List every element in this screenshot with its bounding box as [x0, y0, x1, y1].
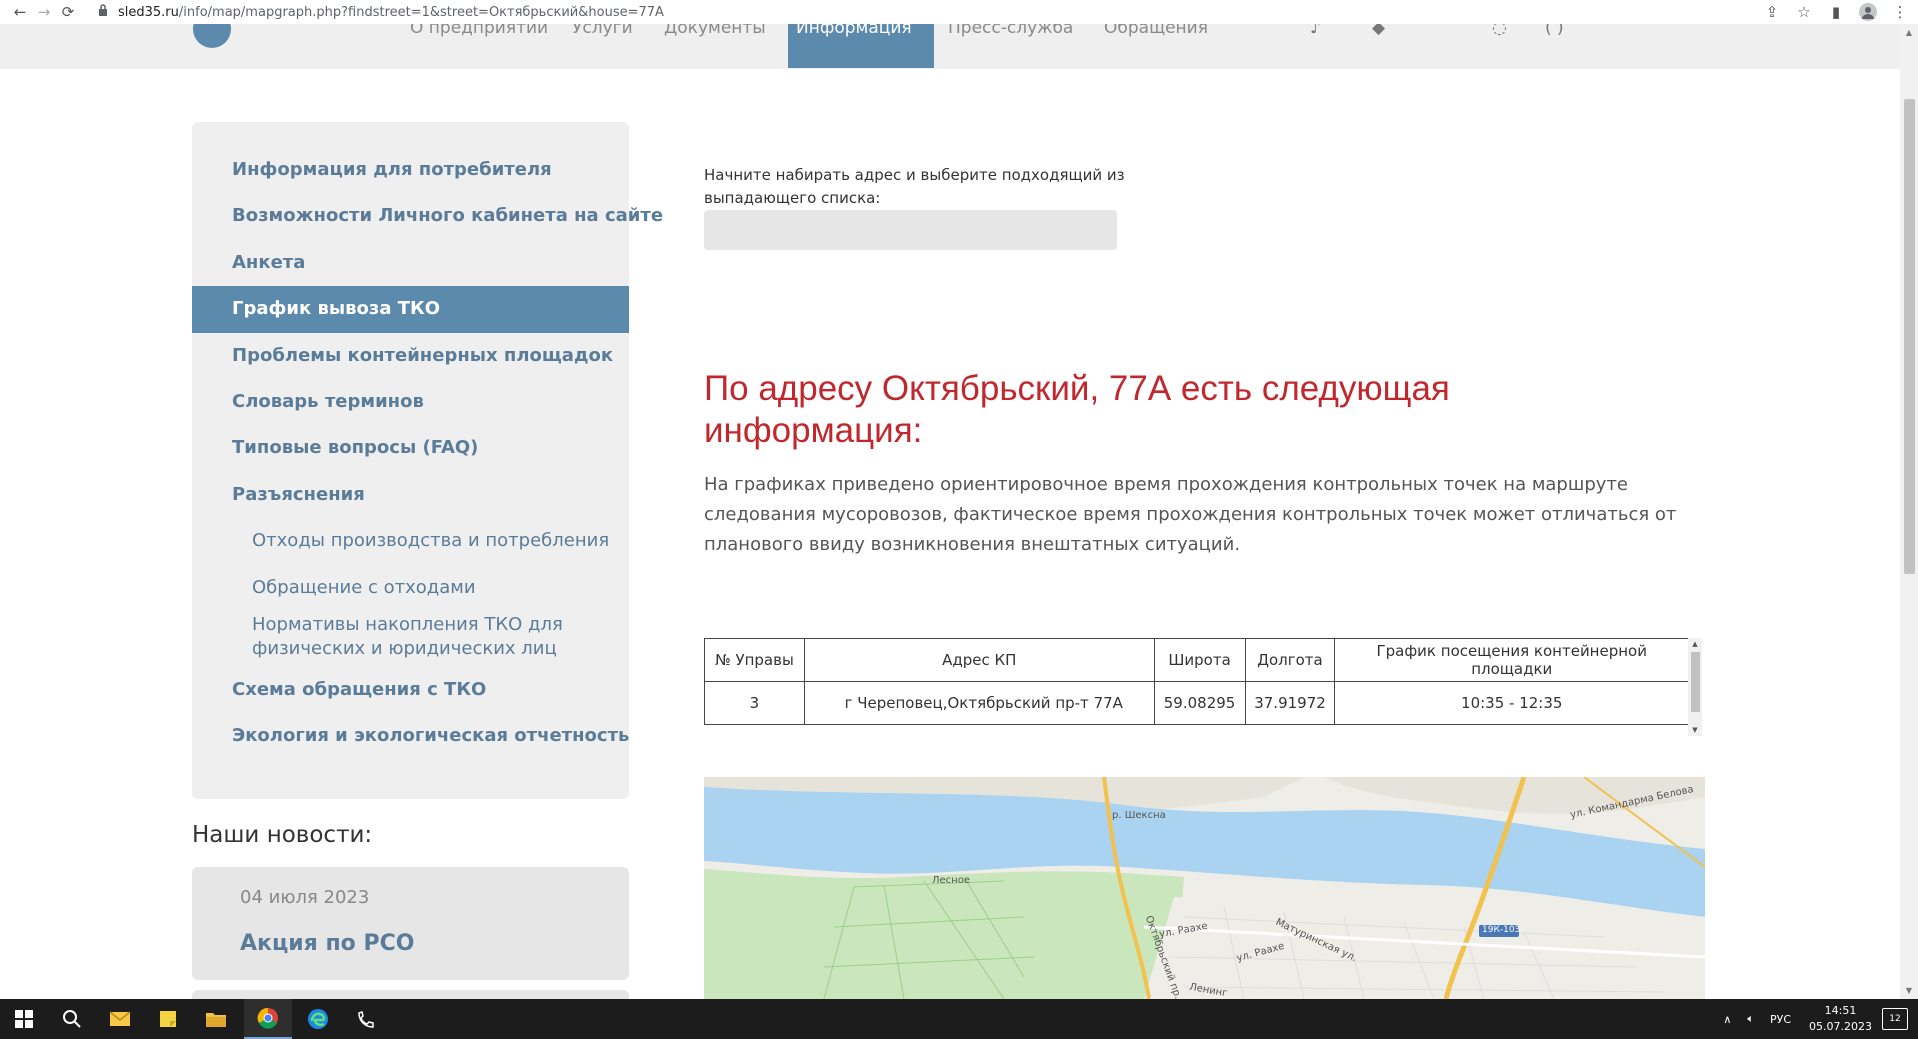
sidebar-subitem-production-waste[interactable]: Отходы производства и потребления — [192, 518, 629, 564]
sidebar-item-personal-account[interactable]: Возможности Личного кабинета на сайте — [192, 193, 663, 239]
topnav-appeals[interactable]: Обращения — [1104, 24, 1208, 38]
result-description: На графиках приведено ориентировочное вр… — [704, 474, 1677, 555]
location-map[interactable]: р. Шексна Лесное ул. Командарма Белова у… — [704, 777, 1705, 999]
topnav-documents[interactable]: Документы — [664, 24, 766, 38]
table-scrollbar[interactable]: ▲ ▼ — [1688, 638, 1702, 736]
lock-icon — [98, 4, 108, 20]
col-header-district: № Управы — [704, 638, 805, 682]
windows-taskbar: ∧ 🔈︎ РУС 14:51 05.07.2023 12 — [0, 999, 1918, 1039]
edge-icon[interactable] — [294, 999, 342, 1039]
scroll-up-arrow-icon[interactable]: ▲ — [1900, 28, 1918, 37]
news-headline[interactable]: Акция по РСО — [240, 931, 414, 956]
phone-icon[interactable]: ◌ — [1492, 24, 1507, 38]
topnav-about[interactable]: О предприятии — [410, 24, 548, 38]
reload-icon[interactable]: ⟳ — [56, 0, 80, 24]
col-header-longitude: Долгота — [1244, 638, 1336, 682]
address-search-input[interactable] — [704, 210, 1117, 250]
phone-number-fragment[interactable]: ( ) — [1545, 24, 1564, 38]
sidebar-subitem-waste-handling[interactable]: Обращение с отходами — [192, 565, 629, 611]
col-header-latitude: Широта — [1153, 638, 1246, 682]
col-header-schedule: График посещения контейнерной площадки — [1334, 638, 1689, 682]
cell-address: г Череповец,Октябрьский пр-т 77А — [803, 681, 1155, 725]
system-tray: ∧ 🔈︎ РУС 14:51 05.07.2023 12 — [1715, 999, 1918, 1039]
map-label-village: Лесное — [932, 875, 970, 886]
cell-schedule: 10:35 - 12:35 — [1334, 681, 1689, 725]
browser-toolbar: ← → ⟳ sled35.ru/info/map/mapgraph.php?fi… — [0, 0, 1918, 24]
profile-avatar[interactable] — [1856, 0, 1880, 24]
clock-date: 05.07.2023 — [1809, 1020, 1872, 1033]
phone-app-icon[interactable] — [342, 999, 390, 1039]
language-indicator[interactable]: РУС — [1770, 1013, 1791, 1026]
scroll-down-arrow-icon[interactable]: ▼ — [1900, 986, 1918, 995]
forward-icon[interactable]: → — [32, 0, 56, 24]
sidebar-subitem-norms[interactable]: Нормативы накопления ТКО для физических … — [192, 611, 629, 667]
news-title: Наши новости: — [192, 822, 373, 848]
topnav-services[interactable]: Услуги — [572, 24, 633, 38]
sidebar-item-schedule[interactable]: График вывоза ТКО — [192, 286, 629, 333]
col-header-address: Адрес КП — [803, 638, 1155, 682]
news-date: 04 июля 2023 — [240, 887, 370, 908]
share-icon[interactable]: ⇪ — [1760, 0, 1784, 24]
file-explorer-icon[interactable] — [192, 999, 240, 1039]
topnav-press[interactable]: Пресс-служба — [948, 24, 1073, 38]
sidebar-item-scheme[interactable]: Схема обращения с ТКО — [192, 667, 629, 713]
scroll-thumb[interactable] — [1904, 99, 1915, 574]
mail-app-icon[interactable] — [96, 999, 144, 1039]
tray-chevron-up-icon[interactable]: ∧ — [1723, 1013, 1731, 1026]
clock-time: 14:51 — [1824, 1004, 1857, 1017]
table-scroll-thumb[interactable] — [1691, 652, 1700, 712]
notifications-icon[interactable]: 12 — [1882, 1008, 1908, 1030]
chrome-icon[interactable] — [244, 999, 292, 1039]
site-logo[interactable] — [193, 24, 231, 48]
map-label-road: 19К-103 — [1482, 925, 1521, 935]
url-domain: sled35.ru — [118, 4, 179, 20]
schedule-table-container: № Управы Адрес КП Широта Долгота График … — [704, 638, 1702, 736]
table-scroll-up-icon[interactable]: ▲ — [1688, 640, 1702, 648]
social-icon[interactable]: ◆ — [1372, 24, 1385, 38]
clock[interactable]: 14:51 05.07.2023 — [1809, 1003, 1872, 1035]
cell-latitude: 59.08295 — [1153, 681, 1246, 725]
sidebar-item-container-problems[interactable]: Проблемы контейнерных площадок — [192, 333, 629, 379]
volume-icon[interactable]: 🔈︎ — [1747, 1012, 1754, 1026]
topnav-info[interactable]: Информация — [788, 24, 934, 68]
url-path: /info/map/mapgraph.php?findstreet=1&stre… — [178, 4, 664, 20]
table-row: 3 г Череповец,Октябрьский пр-т 77А 59.08… — [704, 681, 1689, 725]
sidebar-item-consumer-info[interactable]: Информация для потребителя — [192, 147, 629, 193]
search-icon[interactable] — [48, 999, 96, 1039]
map-graphic — [704, 777, 1705, 999]
menu-dots-icon[interactable]: ⋮ — [1888, 0, 1912, 24]
sidebar-subitem-norms-line1: Нормативы накопления ТКО для — [252, 613, 563, 635]
sidebar-item-survey[interactable]: Анкета — [192, 240, 629, 286]
table-header-row: № Управы Адрес КП Широта Долгота График … — [704, 638, 1689, 682]
schedule-table: № Управы Адрес КП Широта Долгота График … — [704, 638, 1689, 725]
vision-icon[interactable]: ♪ — [1310, 24, 1321, 38]
windows-start-icon[interactable] — [0, 999, 48, 1039]
site-header: О предприятии Услуги Документы Информаци… — [0, 24, 1900, 69]
sidebar-item-explanations[interactable]: Разъяснения — [192, 472, 629, 518]
sidebar-subitem-norms-line2: физических и юридических лиц — [252, 637, 557, 659]
news-card[interactable]: 04 июля 2023 Акция по РСО — [192, 867, 629, 980]
address-bar[interactable]: sled35.ru/info/map/mapgraph.php?findstre… — [98, 4, 664, 20]
sticky-notes-icon[interactable] — [144, 999, 192, 1039]
sidebar-item-ecology[interactable]: Экология и экологическая отчетность — [192, 713, 629, 759]
table-scroll-down-icon[interactable]: ▼ — [1688, 726, 1702, 734]
cell-district: 3 — [704, 681, 805, 725]
bookmark-star-icon[interactable]: ☆ — [1792, 0, 1816, 24]
sidebar-item-faq[interactable]: Типовые вопросы (FAQ) — [192, 425, 629, 471]
result-headline: По адресу Октябрьский, 77А есть следующа… — [704, 369, 1450, 450]
map-label-river: р. Шексна — [1112, 810, 1166, 821]
cell-longitude: 37.91972 — [1244, 681, 1336, 725]
notifications-count: 12 — [1889, 1014, 1901, 1024]
sidebar-menu: Информация для потребителя Возможности Л… — [192, 122, 663, 799]
search-hint: Начните набирать адрес и выберите подход… — [704, 166, 1125, 207]
page-scrollbar[interactable]: ▲ ▼ — [1900, 24, 1918, 999]
sidebar-item-glossary[interactable]: Словарь терминов — [192, 379, 629, 425]
back-icon[interactable]: ← — [8, 0, 32, 24]
sidepanel-icon[interactable]: ▮ — [1824, 0, 1848, 24]
